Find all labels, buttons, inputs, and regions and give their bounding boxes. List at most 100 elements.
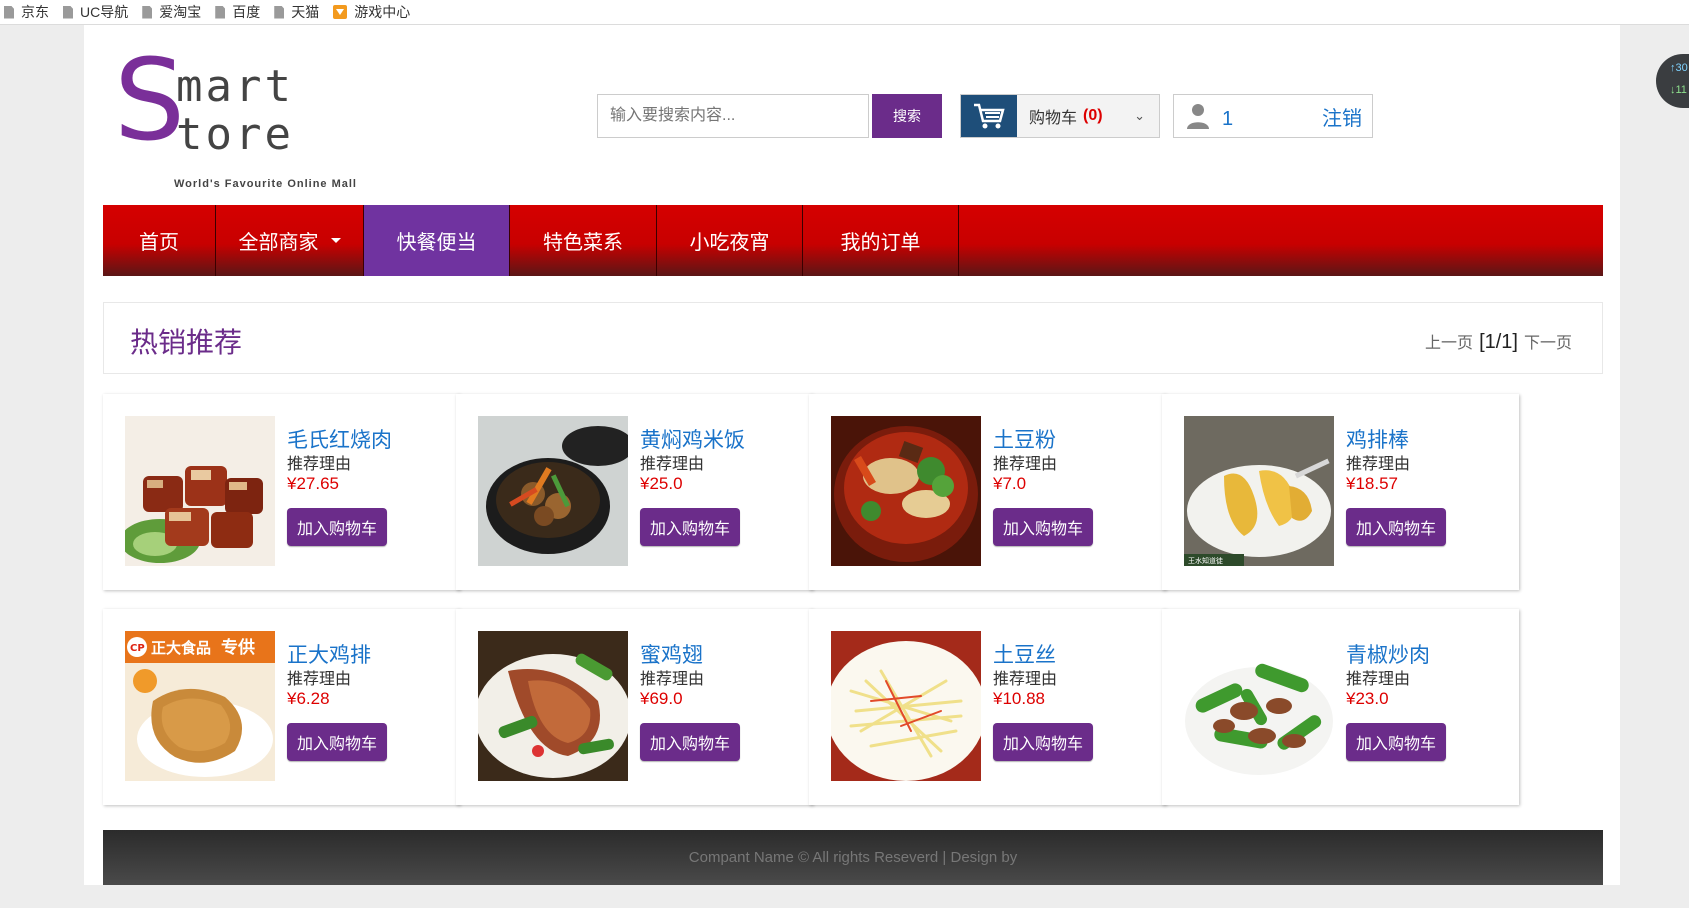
nav-label: 我的订单 <box>840 232 921 254</box>
upload-value: 30 <box>1675 62 1688 74</box>
page-icon <box>4 5 14 19</box>
bookmark-label: 游戏中心 <box>354 4 411 20</box>
game-center-icon <box>333 5 348 19</box>
product-image[interactable] <box>1184 631 1334 781</box>
product-reason: 推荐理由 <box>1346 671 1411 688</box>
product-reason: 推荐理由 <box>1346 456 1411 473</box>
product-card: 毛氏红烧肉 推荐理由 ¥27.65 加入购物车 <box>103 394 460 590</box>
nav-snacks[interactable]: 小吃夜宵 <box>657 205 803 276</box>
bookmark-tmall[interactable]: 天猫 <box>274 2 319 22</box>
user-id[interactable]: 1 <box>1222 108 1233 131</box>
logo-s-letter: S <box>114 36 186 166</box>
cart-icon <box>961 95 1017 137</box>
page-container: S mart tore World's Favourite Online Mal… <box>84 25 1620 885</box>
product-image[interactable] <box>831 416 981 566</box>
cart-dropdown[interactable]: 购物车 (0) ⌄ <box>960 94 1160 138</box>
nav-all-merchants[interactable]: 全部商家 <box>216 205 364 276</box>
add-to-cart-button[interactable]: 加入购物车 <box>1346 508 1446 546</box>
nav-label: 全部商家 <box>238 232 319 254</box>
search-button[interactable]: 搜索 <box>872 94 942 138</box>
product-card: 青椒炒肉 推荐理由 ¥23.0 加入购物车 <box>1162 609 1519 805</box>
logo-line-2: tore <box>176 109 294 160</box>
product-price: ¥25.0 <box>640 474 683 493</box>
add-to-cart-button[interactable]: 加入购物车 <box>993 508 1093 546</box>
prev-page-link[interactable]: 上一页 <box>1425 329 1473 353</box>
cart-count: (0) <box>1083 107 1103 124</box>
image-cp-mark: CP <box>130 643 145 654</box>
bookmark-uc[interactable]: UC导航 <box>63 2 128 22</box>
section-title: 热销推荐 <box>130 327 243 358</box>
product-card: 土豆粉 推荐理由 ¥7.0 加入购物车 <box>809 394 1166 590</box>
add-to-cart-button[interactable]: 加入购物车 <box>287 508 387 546</box>
download-stat: ↓ 11 <box>1670 84 1687 96</box>
store-logo[interactable]: S mart tore World's Favourite Online Mal… <box>114 45 374 190</box>
nav-label: 首页 <box>139 232 179 254</box>
add-to-cart-button[interactable]: 加入购物车 <box>640 723 740 761</box>
add-to-cart-button[interactable]: 加入购物车 <box>287 723 387 761</box>
product-price: ¥23.0 <box>1346 689 1389 708</box>
nav-specialty[interactable]: 特色菜系 <box>510 205 657 276</box>
hot-section-header: 热销推荐 上一页 [1/1] 下一页 <box>103 302 1603 374</box>
nav-home[interactable]: 首页 <box>103 205 216 276</box>
nav-label: 小吃夜宵 <box>689 232 770 254</box>
product-image[interactable] <box>125 416 275 566</box>
search-input[interactable] <box>597 94 869 138</box>
page-icon <box>142 5 153 19</box>
nav-my-orders[interactable]: 我的订单 <box>803 205 959 276</box>
product-price: ¥69.0 <box>640 689 683 708</box>
product-price: ¥18.57 <box>1346 474 1398 493</box>
bookmark-aitaobao[interactable]: 爱淘宝 <box>142 2 201 22</box>
cart-label: 购物车 <box>1029 110 1078 127</box>
image-watermark: 王水知道徒 <box>1188 556 1223 565</box>
add-to-cart-button[interactable]: 加入购物车 <box>1346 723 1446 761</box>
page-icon <box>63 5 73 19</box>
pager: 上一页 [1/1] 下一页 <box>1425 329 1572 354</box>
user-icon <box>1186 103 1210 129</box>
nav-label: 快餐便当 <box>396 232 477 254</box>
product-card: 土豆丝 推荐理由 ¥10.88 加入购物车 <box>809 609 1166 805</box>
footer-text: Compant Name © All rights Reseverd | Des… <box>688 849 1018 866</box>
footer: Compant Name © All rights Reseverd | Des… <box>103 830 1603 885</box>
product-reason: 推荐理由 <box>993 456 1058 473</box>
bookmark-games[interactable]: 游戏中心 <box>333 2 410 22</box>
next-page-link[interactable]: 下一页 <box>1524 329 1572 353</box>
bookmark-label: UC导航 <box>80 4 129 20</box>
bookmark-label: 京东 <box>21 4 49 20</box>
product-reason: 推荐理由 <box>640 456 705 473</box>
page-icon <box>215 5 226 19</box>
product-image[interactable] <box>831 631 981 781</box>
nav-label: 特色菜系 <box>543 232 623 254</box>
product-price: ¥27.65 <box>287 474 339 493</box>
bookmark-baidu[interactable]: 百度 <box>215 2 260 22</box>
product-reason: 推荐理由 <box>287 456 352 473</box>
bookmark-label: 天猫 <box>291 4 320 20</box>
logo-line-1: mart <box>176 61 294 112</box>
side-speed-widget[interactable]: ↑ 30 ↓ 11 <box>1656 54 1689 108</box>
page-indicator: [1/1] <box>1479 331 1518 353</box>
product-image[interactable]: CP 正大食品 专供 <box>125 631 275 781</box>
product-image[interactable] <box>478 416 628 566</box>
bookmark-jd[interactable]: 京东 <box>4 2 49 22</box>
product-image[interactable]: 王水知道徒 <box>1184 416 1334 566</box>
nav-fast-food[interactable]: 快餐便当 <box>364 205 510 276</box>
image-banner-brand: 正大食品 <box>151 639 211 657</box>
chevron-down-icon: ⌄ <box>1134 108 1145 123</box>
bookmarks-bar: 京东 UC导航 爱淘宝 百度 天猫 游戏中心 <box>0 0 1689 25</box>
add-to-cart-button[interactable]: 加入购物车 <box>640 508 740 546</box>
image-banner-tag: 专供 <box>221 637 255 658</box>
product-reason: 推荐理由 <box>287 671 352 688</box>
product-price: ¥7.0 <box>993 474 1027 493</box>
add-to-cart-button[interactable]: 加入购物车 <box>993 723 1093 761</box>
logo-tagline: World's Favourite Online Mall <box>174 178 357 190</box>
product-reason: 推荐理由 <box>640 671 705 688</box>
product-card: 蜜鸡翅 推荐理由 ¥69.0 加入购物车 <box>456 609 813 805</box>
product-card: 王水知道徒 鸡排棒 推荐理由 ¥18.57 加入购物车 <box>1162 394 1519 590</box>
product-reason: 推荐理由 <box>993 671 1058 688</box>
download-value: 11 <box>1675 84 1687 96</box>
bookmark-label: 百度 <box>232 4 261 20</box>
logout-link[interactable]: 注销 <box>1322 102 1362 131</box>
bookmark-label: 爱淘宝 <box>159 4 202 20</box>
product-image[interactable] <box>478 631 628 781</box>
product-price: ¥6.28 <box>287 689 330 708</box>
page-icon <box>274 5 285 19</box>
